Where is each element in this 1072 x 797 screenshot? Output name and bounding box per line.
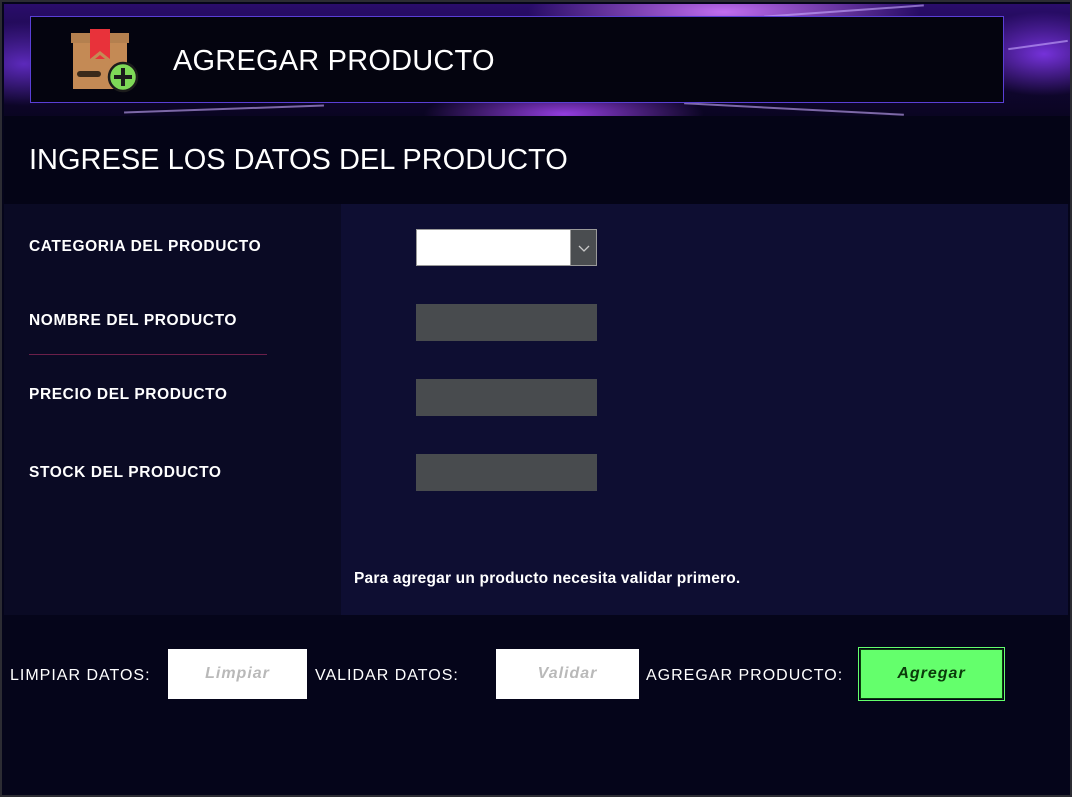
box-add-icon: [71, 29, 139, 93]
product-name-input[interactable]: [416, 304, 597, 341]
validate-button[interactable]: Validar: [496, 649, 639, 699]
form-inputs-panel: Para agregar un producto necesita valida…: [341, 204, 1068, 615]
chevron-down-icon: [578, 245, 590, 252]
name-label: NOMBRE DEL PRODUCTO: [29, 312, 238, 329]
add-product-label: AGREGAR PRODUCTO:: [646, 667, 844, 684]
category-label: CATEGORIA DEL PRODUCTO: [29, 238, 262, 255]
clear-data-label: LIMPIAR DATOS:: [10, 667, 151, 684]
banner-light-streak: [124, 104, 324, 114]
section-title: INGRESE LOS DATOS DEL PRODUCTO: [29, 144, 568, 176]
validate-data-label: VALIDAR DATOS:: [315, 667, 459, 684]
header-title-box: AGREGAR PRODUCTO: [30, 16, 1004, 103]
product-stock-input[interactable]: [416, 454, 597, 491]
clear-button[interactable]: Limpiar: [168, 649, 307, 699]
header-banner: AGREGAR PRODUCTO: [4, 4, 1070, 116]
product-price-input[interactable]: [416, 379, 597, 416]
dropdown-button[interactable]: [570, 230, 596, 265]
section-header: INGRESE LOS DATOS DEL PRODUCTO: [4, 116, 1070, 204]
validation-hint: Para agregar un producto necesita valida…: [354, 570, 741, 587]
banner-light-streak: [684, 102, 904, 116]
add-button[interactable]: Agregar: [858, 647, 1005, 701]
form-labels-panel: CATEGORIA DEL PRODUCTO NOMBRE DEL PRODUC…: [4, 204, 341, 615]
price-label: PRECIO DEL PRODUCTO: [29, 386, 228, 403]
divider: [29, 354, 267, 355]
category-select[interactable]: [416, 229, 597, 266]
app-title: AGREGAR PRODUCTO: [173, 45, 495, 77]
add-product-window: AGREGAR PRODUCTO INGRESE LOS DATOS DEL P…: [0, 0, 1072, 797]
banner-light-streak: [1008, 39, 1068, 51]
stock-label: STOCK DEL PRODUCTO: [29, 464, 222, 481]
